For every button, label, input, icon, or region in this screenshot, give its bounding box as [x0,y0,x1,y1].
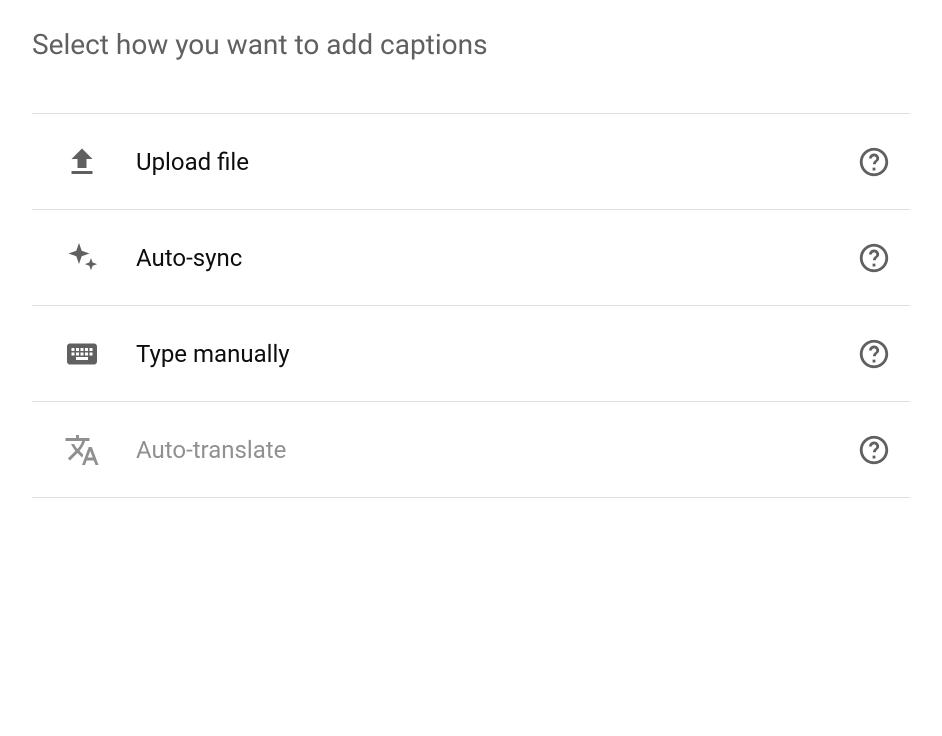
option-label: Auto-sync [136,244,846,272]
option-label: Type manually [136,340,846,368]
help-button[interactable] [854,142,894,182]
sparkle-icon [64,240,136,276]
option-type-manually[interactable]: Type manually [32,306,910,402]
upload-icon [64,144,136,180]
page-title: Select how you want to add captions [32,28,910,61]
help-icon [857,433,891,467]
keyboard-icon [64,336,136,372]
caption-options-list: Upload file Auto-sync Type manually [32,113,910,498]
translate-icon [64,432,136,468]
option-auto-sync[interactable]: Auto-sync [32,210,910,306]
option-label: Auto-translate [136,436,846,464]
help-button[interactable] [854,238,894,278]
option-upload-file[interactable]: Upload file [32,114,910,210]
help-icon [857,145,891,179]
help-button[interactable] [854,430,894,470]
help-icon [857,337,891,371]
help-icon [857,241,891,275]
help-button[interactable] [854,334,894,374]
option-label: Upload file [136,148,846,176]
option-auto-translate: Auto-translate [32,402,910,498]
